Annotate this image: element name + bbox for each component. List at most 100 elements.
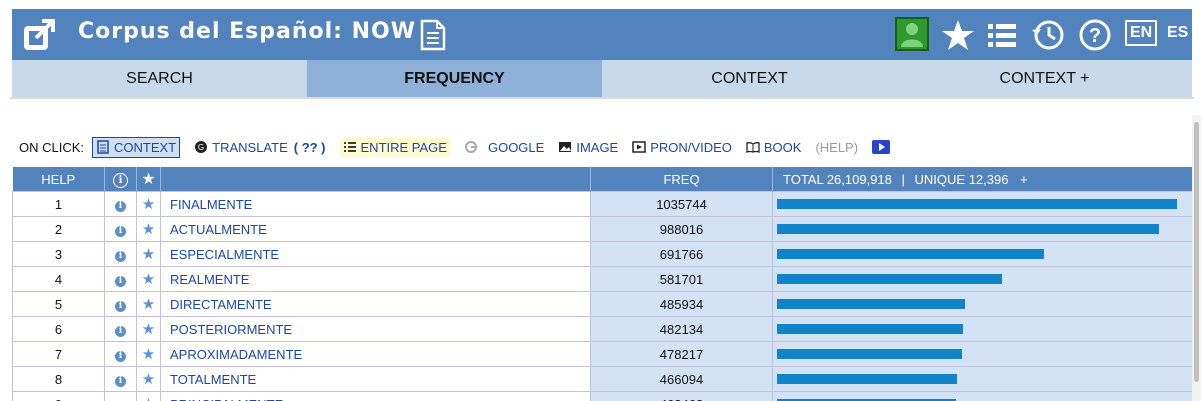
row-info-button[interactable]: i (104, 366, 137, 392)
table-row[interactable]: 7 i ★ APROXIMADAMENTE 478217 (12, 341, 1193, 367)
table-row[interactable]: 2 i ★ ACTUALMENTE 988016 (12, 216, 1193, 242)
video-play-icon[interactable] (872, 140, 891, 154)
word-link[interactable]: APROXIMADAMENTE (160, 341, 591, 367)
row-star-button[interactable]: ★ (136, 216, 161, 242)
row-info-button[interactable]: i (104, 291, 137, 317)
star-favorites-icon[interactable] (940, 18, 976, 52)
freq-value: 485934 (590, 291, 773, 317)
row-info-button[interactable]: i (104, 341, 137, 367)
row-info-button[interactable]: i (104, 216, 137, 242)
onclick-pron-video-option[interactable]: PRON/VIDEO (632, 140, 732, 155)
freq-bar-cell (772, 316, 1193, 342)
unique-count: UNIQUE 12,396 (914, 171, 1009, 187)
history-icon[interactable] (1030, 18, 1066, 52)
info-icon: i (115, 301, 126, 312)
document-icon[interactable] (420, 19, 446, 51)
tab-context-plus[interactable]: CONTEXT + (897, 60, 1192, 97)
book-icon (746, 142, 760, 153)
star-icon: ★ (141, 371, 156, 388)
row-number: 2 (12, 216, 105, 242)
table-row[interactable]: 1 i ★ FINALMENTE 1035744 (12, 191, 1193, 217)
table-row[interactable]: 8 i ★ TOTALMENTE 466094 (12, 366, 1193, 392)
user-account-button[interactable] (895, 17, 929, 51)
freq-bar-cell (772, 191, 1193, 217)
freq-bar (777, 274, 1002, 284)
word-link[interactable]: POSTERIORMENTE (160, 316, 591, 342)
star-icon: ★ (141, 346, 156, 363)
row-info-button[interactable]: i (104, 391, 137, 401)
external-link-icon[interactable] (22, 18, 56, 52)
info-icon: i (115, 251, 126, 262)
table-header-row: HELP i ★ FREQ TOTAL 26,109,918 | UNIQUE … (12, 167, 1193, 192)
word-link[interactable]: REALMENTE (160, 266, 591, 292)
on-click-options: ON CLICK: CONTEXT G TRANSLATE ( ?? ) ENT… (19, 135, 891, 159)
freq-value: 1035744 (590, 191, 773, 217)
tab-context[interactable]: CONTEXT (602, 60, 897, 97)
row-info-button[interactable]: i (104, 191, 137, 217)
tab-search[interactable]: SEARCH (12, 60, 307, 97)
table-row[interactable]: 9i ★ PRINCIPALMENTE463463 (12, 391, 1193, 401)
freq-bar (777, 374, 957, 384)
word-link[interactable]: ACTUALMENTE (160, 216, 591, 242)
table-row[interactable]: 5 i ★ DIRECTAMENTE 485934 (12, 291, 1193, 317)
translate-help-link[interactable]: ( ?? ) (294, 140, 326, 155)
star-icon: ★ (141, 271, 156, 288)
row-star-button[interactable]: ★ (136, 316, 161, 342)
expand-plus-button[interactable]: + (1020, 172, 1028, 187)
table-row[interactable]: 4 i ★ REALMENTE 581701 (12, 266, 1193, 292)
freq-value: 581701 (590, 266, 773, 292)
row-star-button[interactable]: ★ (136, 391, 161, 401)
row-star-button[interactable]: ★ (136, 266, 161, 292)
top-header: Corpus del Español: NOW ? EN ES (12, 9, 1192, 60)
row-star-button[interactable]: ★ (136, 191, 161, 217)
video-icon (632, 141, 646, 153)
row-number: 6 (12, 316, 105, 342)
word-link[interactable]: DIRECTAMENTE (160, 291, 591, 317)
word-link[interactable]: FINALMENTE (160, 191, 591, 217)
tab-frequency[interactable]: FREQUENCY (307, 60, 602, 97)
help-icon[interactable]: ? (1077, 18, 1113, 52)
info-header-icon: i (113, 172, 128, 188)
info-column-header: i (104, 167, 137, 192)
row-info-button[interactable]: i (104, 266, 137, 292)
scrollbar-thumb[interactable] (1194, 122, 1199, 382)
row-number: 3 (12, 241, 105, 267)
freq-value: 691766 (590, 241, 773, 267)
row-info-button[interactable]: i (104, 241, 137, 267)
row-star-button[interactable]: ★ (136, 241, 161, 267)
language-es-button[interactable]: ES (1164, 22, 1191, 44)
word-link[interactable]: ESPECIALMENTE (160, 241, 591, 267)
word-link[interactable]: TOTALMENTE (160, 366, 591, 392)
word-link[interactable]: PRINCIPALMENTE (160, 391, 591, 401)
language-en-button[interactable]: EN (1125, 20, 1158, 46)
star-icon: ★ (141, 221, 156, 238)
onclick-help-link[interactable]: (HELP) (815, 140, 858, 155)
onclick-context-option[interactable]: CONTEXT (92, 136, 181, 158)
list-small-icon (343, 142, 356, 152)
list-icon[interactable] (984, 18, 1020, 52)
total-count: TOTAL 26,109,918 (783, 171, 892, 187)
onclick-google-option[interactable]: GOOGLE (464, 140, 544, 155)
freq-bar (777, 324, 963, 334)
freq-bar (777, 199, 1177, 209)
freq-bar-cell (772, 341, 1193, 367)
row-star-button[interactable]: ★ (136, 341, 161, 367)
onclick-image-option[interactable]: IMAGE (558, 140, 618, 155)
table-row[interactable]: 3 i ★ ESPECIALMENTE 691766 (12, 241, 1193, 267)
row-number: 8 (12, 366, 105, 392)
freq-value: 482134 (590, 316, 773, 342)
table-row[interactable]: 6 i ★ POSTERIORMENTE 482134 (12, 316, 1193, 342)
main-tabs: SEARCH FREQUENCY CONTEXT CONTEXT + (12, 60, 1192, 97)
row-star-button[interactable]: ★ (136, 291, 161, 317)
row-star-button[interactable]: ★ (136, 366, 161, 392)
onclick-entire-page-option[interactable]: ENTIRE PAGE (339, 137, 450, 157)
document-small-icon (97, 140, 109, 154)
onclick-book-option[interactable]: BOOK (746, 140, 801, 155)
freq-column-header[interactable]: FREQ (590, 167, 773, 192)
svg-text:?: ? (1089, 25, 1101, 47)
row-number: 1 (12, 191, 105, 217)
onclick-translate-option[interactable]: G TRANSLATE ( ?? ) (194, 140, 326, 155)
row-info-button[interactable]: i (104, 316, 137, 342)
help-column-header[interactable]: HELP (12, 167, 105, 192)
freq-bar (777, 249, 1044, 259)
